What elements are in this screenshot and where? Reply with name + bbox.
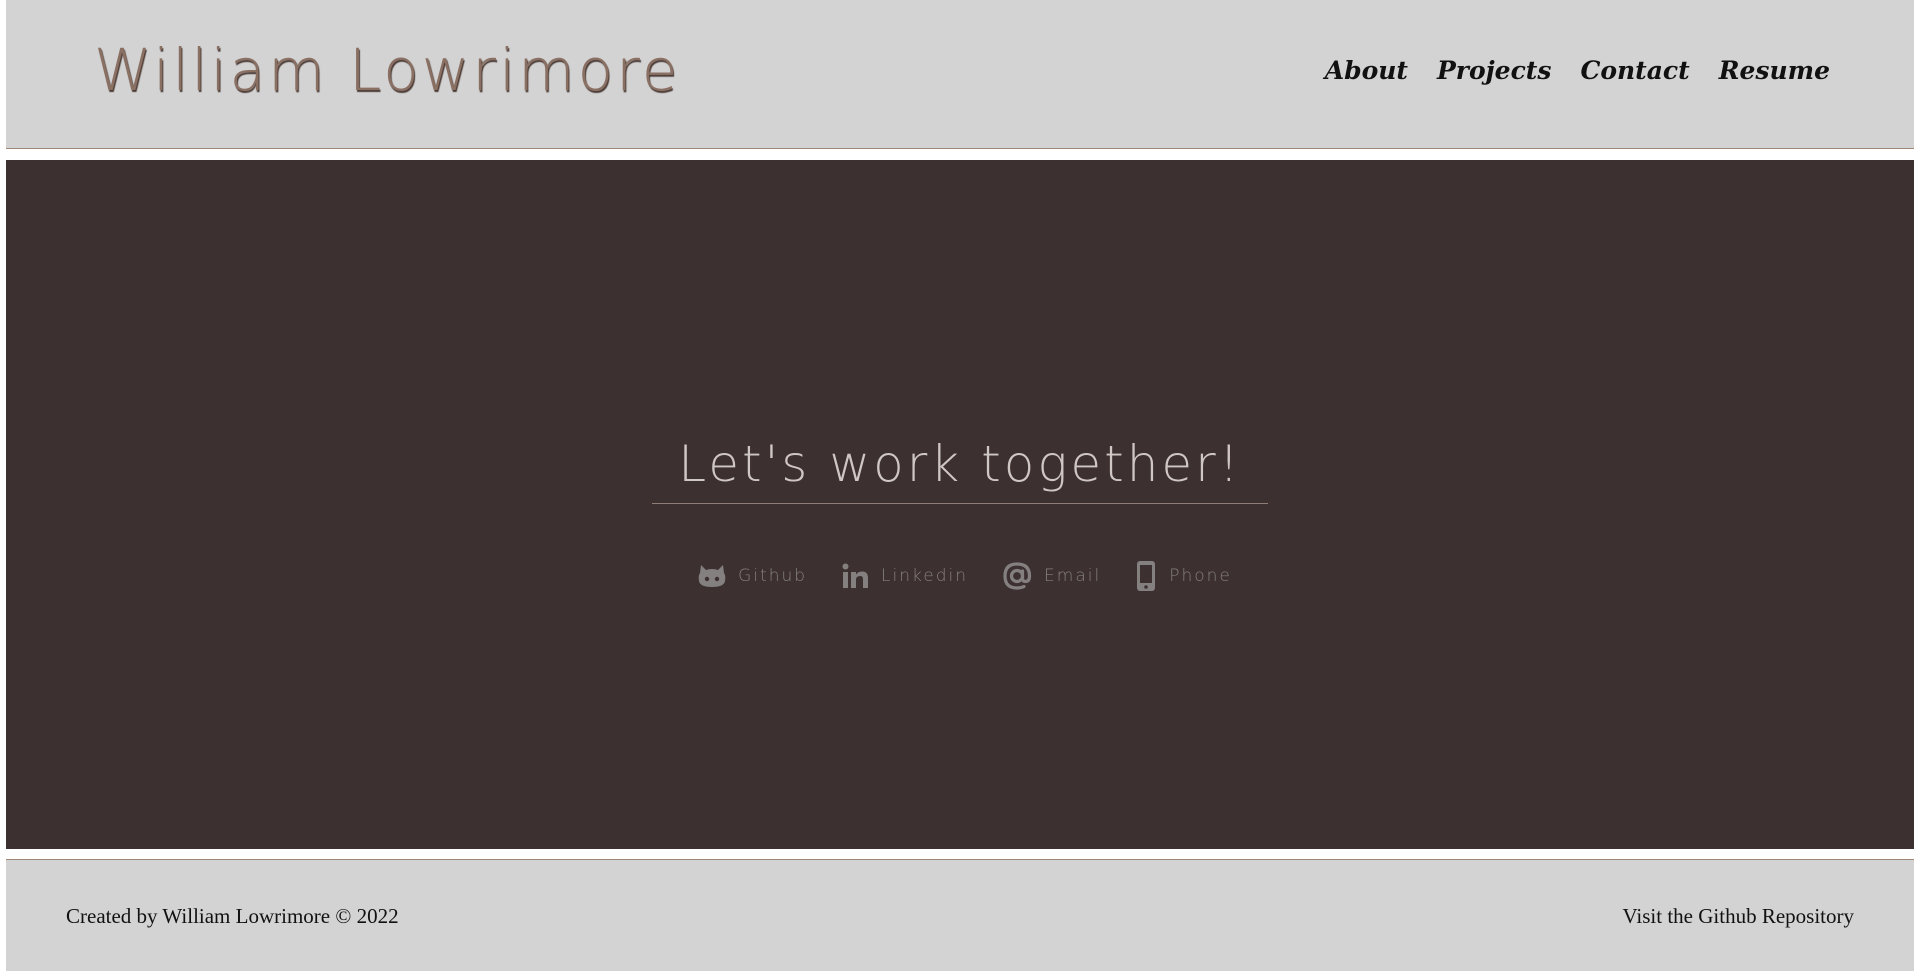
contact-heading: Let's work together!: [652, 432, 1268, 504]
linkedin-icon: [841, 562, 869, 590]
site-header: William Lowrimore About Projects Contact…: [6, 0, 1914, 149]
phone-link[interactable]: Phone: [1135, 560, 1232, 592]
github-label: Github: [738, 566, 808, 586]
github-repo-link[interactable]: Visit the Github Repository: [1623, 904, 1854, 929]
email-label: Email: [1044, 566, 1102, 586]
contact-section: Let's work together! Github Linkedin Ema…: [6, 160, 1914, 849]
main-nav: About Projects Contact Resume: [1325, 56, 1830, 86]
mobile-phone-icon: [1135, 560, 1157, 592]
email-link[interactable]: Email: [1002, 560, 1101, 592]
github-icon: [698, 563, 726, 589]
contact-block: Let's work together! Github Linkedin Ema…: [6, 432, 1914, 592]
nav-link-about[interactable]: About: [1325, 56, 1408, 86]
phone-label: Phone: [1169, 566, 1232, 586]
nav-link-resume[interactable]: Resume: [1719, 56, 1830, 86]
site-title: William Lowrimore: [94, 36, 681, 104]
nav-link-projects[interactable]: Projects: [1437, 56, 1551, 86]
contact-links: Github Linkedin Email Phone: [16, 560, 1914, 592]
linkedin-label: Linkedin: [881, 566, 969, 586]
footer-credit: Created by William Lowrimore © 2022: [66, 904, 399, 928]
site-footer: Created by William Lowrimore © 2022 Visi…: [6, 859, 1914, 971]
page: William Lowrimore About Projects Contact…: [0, 0, 1920, 971]
nav-link-contact[interactable]: Contact: [1580, 56, 1689, 86]
linkedin-link[interactable]: Linkedin: [841, 560, 968, 592]
at-sign-icon: [1002, 561, 1032, 591]
github-link[interactable]: Github: [698, 560, 807, 592]
